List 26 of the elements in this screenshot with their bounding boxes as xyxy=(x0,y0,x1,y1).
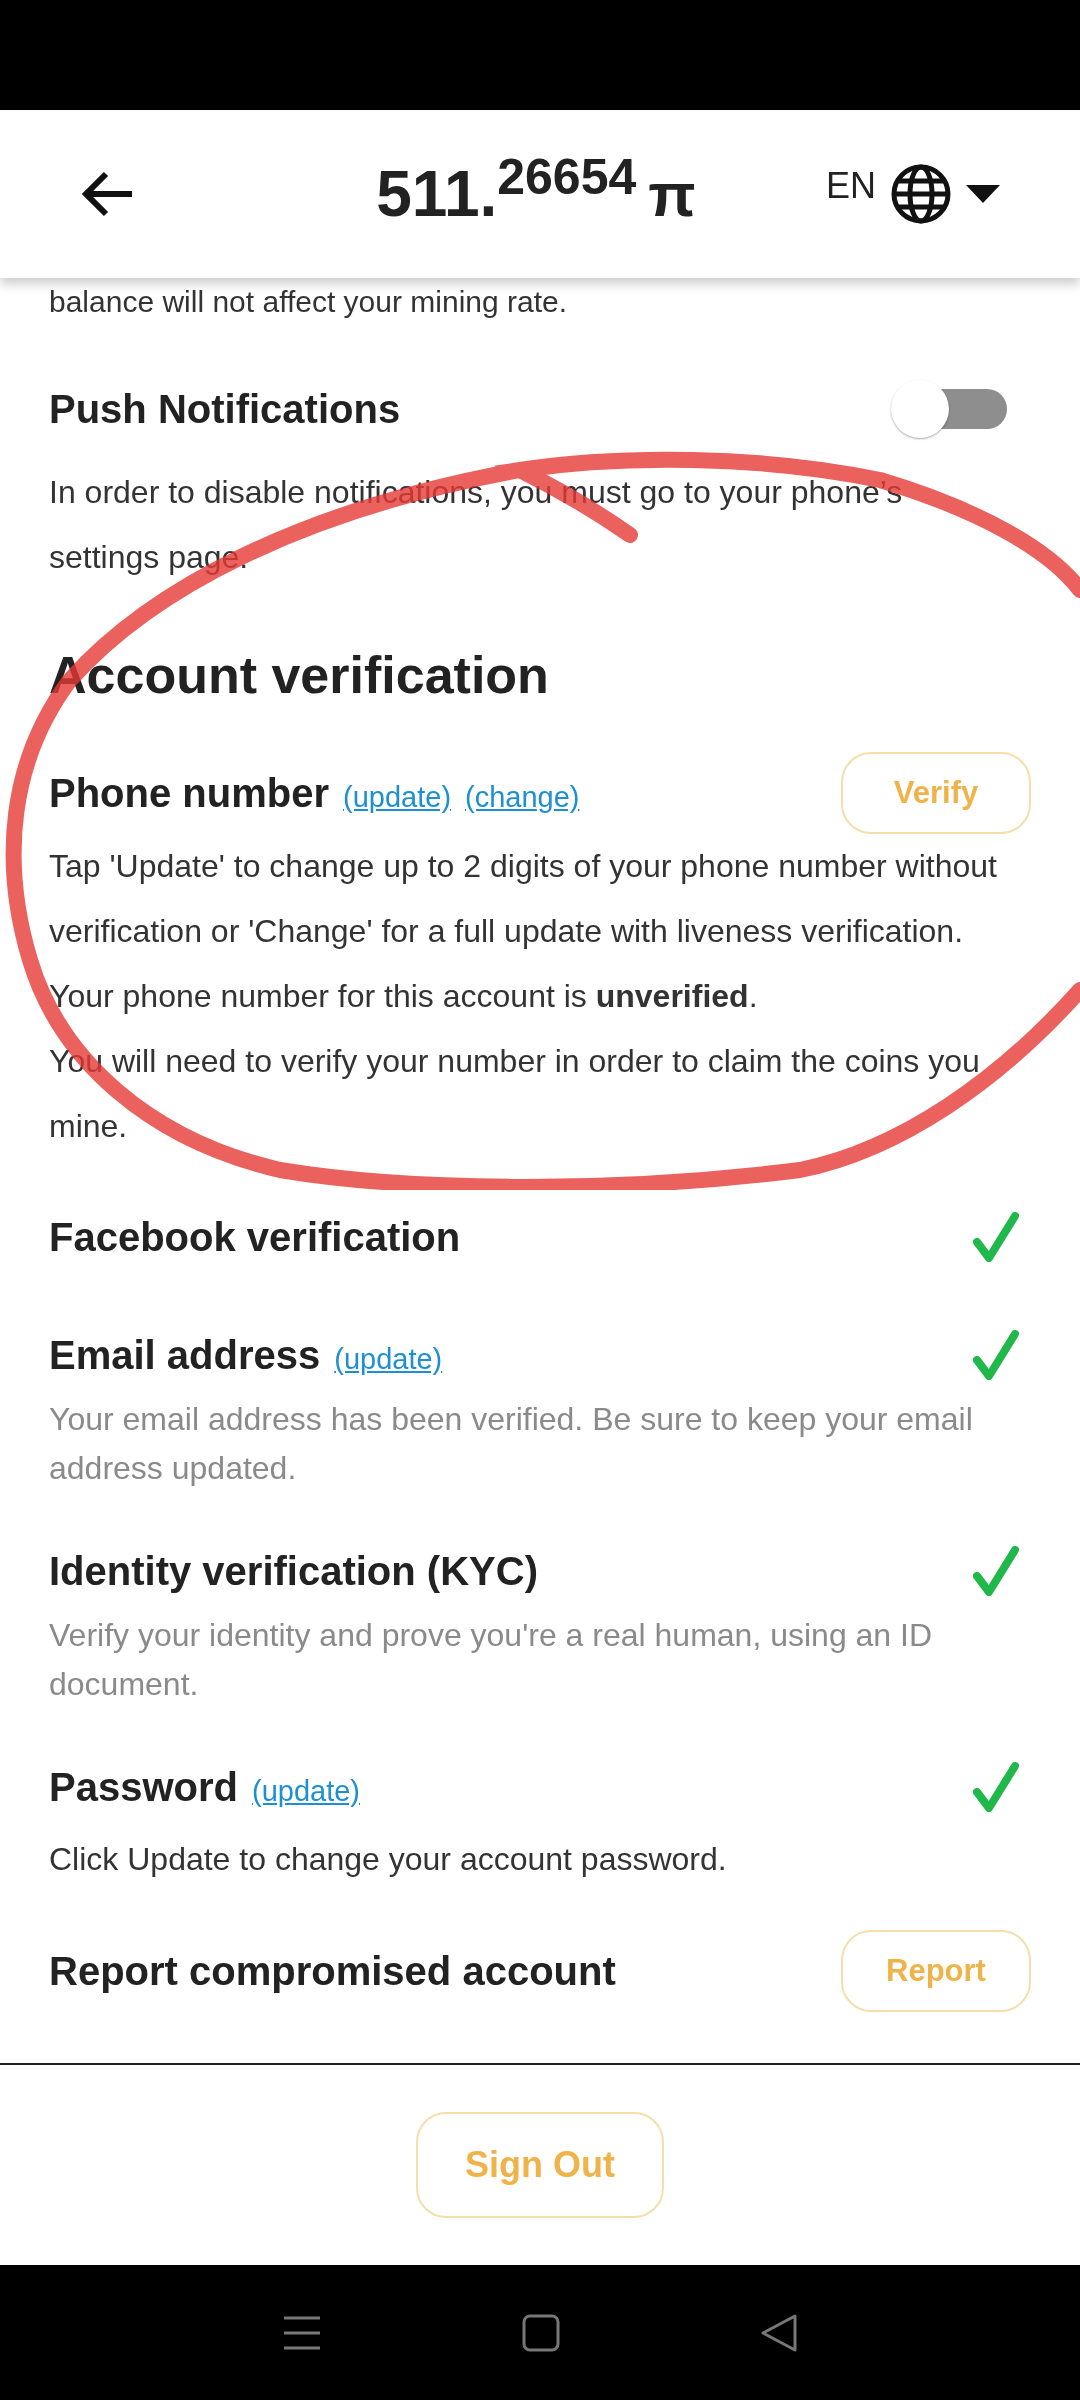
description-text: Your phone number for this account is unverified. xyxy=(49,977,759,1016)
description-text: Tap 'Update' to change up to 2 digits of your phone number without verification or 'Change' for a full update with liveness verification. xyxy=(49,847,998,951)
sign-out-button[interactable]: Sign Out xyxy=(416,2112,664,2218)
menu-icon[interactable] xyxy=(282,2314,322,2351)
description-text: Verify your identity and prove you're a real human, using an ID document. xyxy=(49,1616,934,1704)
update-link[interactable]: (change) xyxy=(465,776,580,820)
item-title: Email address xyxy=(49,1332,321,1379)
dropdown-caret-icon[interactable] xyxy=(966,185,1000,203)
globe-icon[interactable] xyxy=(890,163,952,225)
item-title: Identity verification (KYC) xyxy=(49,1548,538,1595)
item-title: Report compromised account xyxy=(49,1948,616,1995)
update-link[interactable]: (update) xyxy=(343,776,452,820)
update-link[interactable]: (update) xyxy=(251,1770,360,1814)
update-link[interactable]: (update) xyxy=(334,1338,443,1382)
language-label[interactable]: EN xyxy=(826,159,876,213)
item-title: Phone number xyxy=(49,770,330,817)
back-triangle-icon[interactable] xyxy=(760,2312,798,2353)
description-text: Click Update to change your account password. xyxy=(49,1840,728,1879)
action-button[interactable]: Report xyxy=(841,1930,1031,2012)
item-title: Password xyxy=(49,1764,238,1811)
note-text: balance will not affect your mining rate. xyxy=(49,284,569,320)
home-square-icon[interactable] xyxy=(522,2313,560,2352)
description-text: Your email address has been verified. Be sure to keep your email address updated. xyxy=(49,1400,974,1488)
section-title: Push Notifications xyxy=(49,386,401,433)
action-button[interactable]: Verify xyxy=(841,752,1031,834)
item-title: Facebook verification xyxy=(49,1214,461,1261)
